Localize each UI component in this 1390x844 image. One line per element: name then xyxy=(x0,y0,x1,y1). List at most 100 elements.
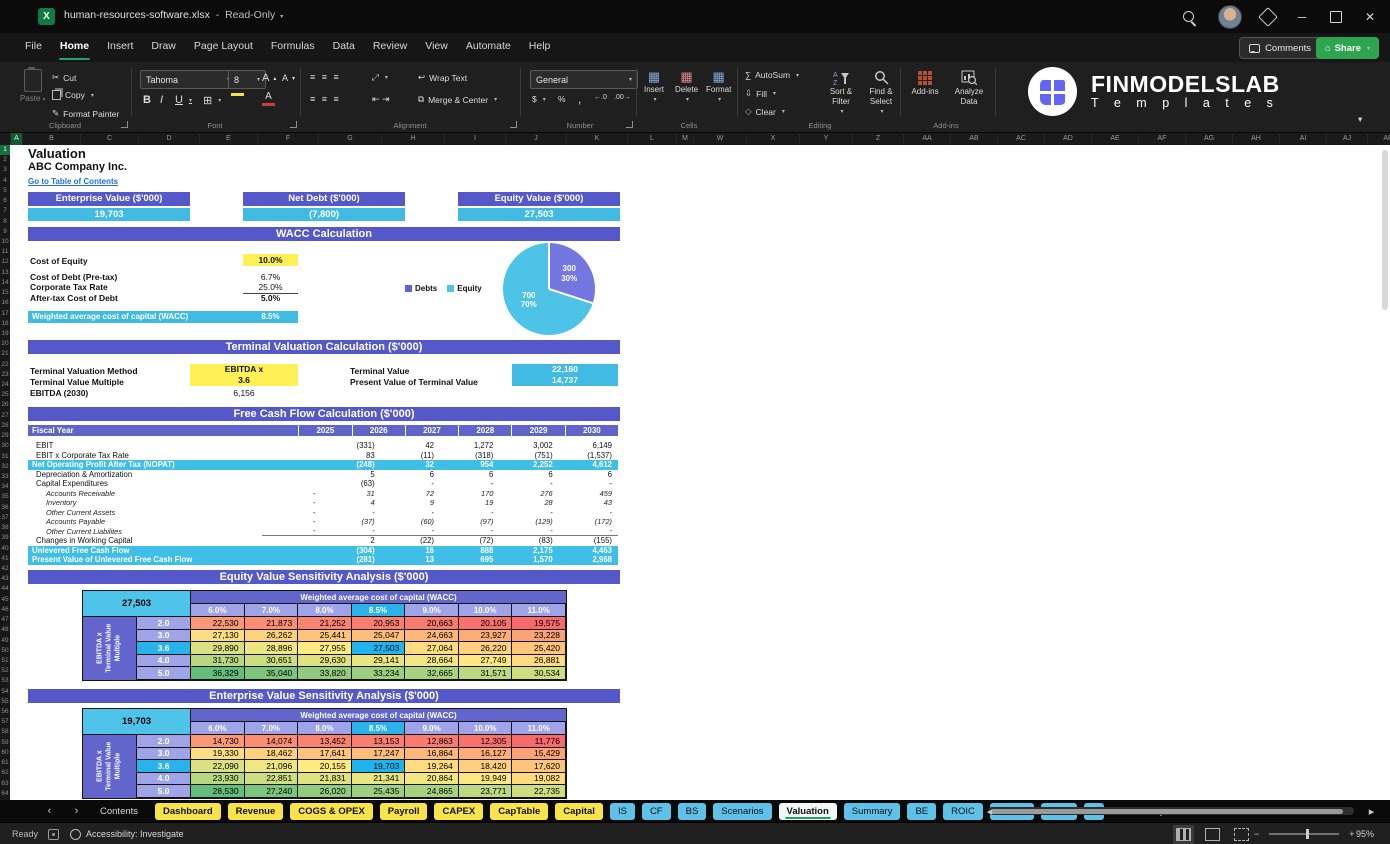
tab-scroll-left[interactable]: ‹ xyxy=(36,805,63,817)
column-header-Z[interactable]: Z xyxy=(853,133,904,145)
column-header-Y[interactable]: Y xyxy=(800,133,853,145)
sens-multiple-5.0[interactable]: 5.0 xyxy=(137,667,191,680)
autosum-button[interactable]: ∑AutoSum▾ xyxy=(745,70,799,80)
fcf-cell[interactable]: 2,252 xyxy=(499,460,558,469)
copy-button[interactable]: Copy▾ xyxy=(52,90,94,100)
sensitivity-cell[interactable]: 28,530 xyxy=(191,785,245,798)
sheet-tab-cf[interactable]: CF xyxy=(642,803,671,820)
sensitivity-cell[interactable]: 16,127 xyxy=(459,748,513,761)
fcf-cell[interactable]: - xyxy=(262,517,321,526)
vertical-align-buttons[interactable]: ≡ ≡ ≡ xyxy=(310,72,341,82)
fcf-year-2027[interactable]: 2027 xyxy=(406,425,458,436)
fcf-cell[interactable]: (1,537) xyxy=(559,451,618,460)
indent-buttons[interactable]: ⇤ ⇥ xyxy=(372,94,390,105)
row-header-15[interactable]: 15 xyxy=(0,288,10,298)
sensitivity-cell[interactable]: 22,090 xyxy=(191,760,245,773)
fcf-cell[interactable]: - xyxy=(262,498,321,507)
row-header-8[interactable]: 8 xyxy=(0,217,10,227)
sensitivity-cell[interactable]: 12,305 xyxy=(459,735,513,748)
fcf-cell[interactable]: (83) xyxy=(499,536,558,545)
sensitivity-cell[interactable]: 20,953 xyxy=(352,617,406,630)
sensitivity-cell[interactable]: 19,703 xyxy=(352,760,406,773)
fcf-cell[interactable]: - xyxy=(262,489,321,498)
sheet-tab-scenarios[interactable]: Scenarios xyxy=(713,803,771,820)
row-header-11[interactable]: 11 xyxy=(0,247,10,257)
shrink-font-button[interactable]: A▾ xyxy=(282,73,295,83)
sens-multiple-2.0[interactable]: 2.0 xyxy=(137,617,191,630)
fcf-cell[interactable]: 31 xyxy=(321,489,380,498)
sens-col-8.5%[interactable]: 8.5% xyxy=(352,604,406,617)
fcf-cell[interactable]: (22) xyxy=(381,536,440,545)
sens-col-8.0%[interactable]: 8.0% xyxy=(298,604,352,617)
fcf-cell[interactable]: 2 xyxy=(321,536,380,545)
sens-multiple-3.6[interactable]: 3.6 xyxy=(137,760,191,773)
sensitivity-cell[interactable]: 26,020 xyxy=(298,785,352,798)
row-header-37[interactable]: 37 xyxy=(0,513,10,523)
after-tax-cost-of-debt-value[interactable]: 5.0% xyxy=(243,293,298,303)
fcf-cell[interactable]: 170 xyxy=(440,489,499,498)
sens-multiple-3.0[interactable]: 3.0 xyxy=(137,748,191,761)
column-header-K[interactable]: K xyxy=(567,133,628,145)
sensitivity-cell[interactable]: 21,252 xyxy=(298,617,352,630)
sensitivity-cell[interactable]: 15,429 xyxy=(512,748,566,761)
row-header-56[interactable]: 56 xyxy=(0,707,10,717)
sensitivity-cell[interactable]: 28,664 xyxy=(405,655,459,668)
row-header-18[interactable]: 18 xyxy=(0,319,10,329)
row-header-51[interactable]: 51 xyxy=(0,656,10,666)
menu-tab-home[interactable]: Home xyxy=(51,33,98,62)
row-header-10[interactable]: 10 xyxy=(0,237,10,247)
number-dialog-launcher[interactable] xyxy=(626,121,633,128)
row-header-36[interactable]: 36 xyxy=(0,503,10,513)
percent-style-button[interactable]: % xyxy=(558,94,566,104)
sensitivity-cell[interactable]: 33,820 xyxy=(298,667,352,680)
fill-button[interactable]: ⇩Fill▾ xyxy=(745,88,776,99)
fcf-cell[interactable]: 13 xyxy=(381,555,440,564)
sheet-tab-revenue[interactable]: Revenue xyxy=(228,803,284,820)
hscroll-right-arrow[interactable]: ▸ xyxy=(1358,805,1385,818)
fcf-cell[interactable]: - xyxy=(559,526,618,536)
alignment-dialog-launcher[interactable] xyxy=(510,121,517,128)
fcf-cell[interactable]: 6 xyxy=(440,470,499,479)
fcf-cell[interactable]: 459 xyxy=(559,489,618,498)
sensitivity-cell[interactable]: 22,530 xyxy=(191,617,245,630)
row-header-17[interactable]: 17 xyxy=(0,309,10,319)
fcf-row[interactable]: Capital Expenditures(63)---- xyxy=(28,479,618,489)
fcf-cell[interactable]: (72) xyxy=(440,536,499,545)
fcf-cell[interactable]: 954 xyxy=(440,460,499,469)
fcf-cell[interactable]: (751) xyxy=(499,451,558,460)
sheet-tab-cogs-opex[interactable]: COGS & OPEX xyxy=(290,803,373,820)
column-header-D[interactable]: D xyxy=(139,133,200,145)
add-ins-button[interactable]: Add-ins xyxy=(908,70,942,96)
borders-button[interactable]: ⊞▾ xyxy=(203,94,221,107)
sheet-tab-bs[interactable]: BS xyxy=(678,803,707,820)
macro-record-icon[interactable] xyxy=(48,823,59,844)
fcf-cell[interactable]: (11) xyxy=(381,451,440,460)
kpi-net-debt[interactable]: (7,800) xyxy=(243,208,405,221)
fcf-cell[interactable]: 3,002 xyxy=(499,441,558,450)
fcf-cell[interactable]: (129) xyxy=(499,517,558,526)
fcf-row[interactable]: Unlevered Free Cash Flow(304)168882,1754… xyxy=(28,546,618,556)
fcf-cell[interactable]: 888 xyxy=(440,546,499,555)
fcf-cell[interactable]: - xyxy=(559,479,618,488)
restore-button[interactable] xyxy=(1320,0,1352,33)
clipboard-dialog-launcher[interactable] xyxy=(121,121,128,128)
wrap-text-button[interactable]: ↩Wrap Text xyxy=(418,72,467,83)
sensitivity-cell[interactable]: 19,330 xyxy=(191,748,245,761)
find-select-button[interactable]: Find & Select▾ xyxy=(862,70,900,115)
row-header-27[interactable]: 27 xyxy=(0,411,10,421)
column-header-G[interactable]: G xyxy=(319,133,382,145)
sensitivity-cell[interactable]: 14,074 xyxy=(245,735,299,748)
sensitivity-cell[interactable]: 12,863 xyxy=(405,735,459,748)
sens-col-7.0%[interactable]: 7.0% xyxy=(245,604,299,617)
column-header-AC[interactable]: AC xyxy=(998,133,1045,145)
wacc-result-value[interactable]: 8.5% xyxy=(243,311,298,323)
sheet-tab-captable[interactable]: CapTable xyxy=(490,803,548,820)
avatar[interactable] xyxy=(1214,0,1246,33)
sheet-tab-summary[interactable]: Summary xyxy=(844,803,901,820)
sens-corner-value[interactable]: 27,503 xyxy=(83,591,191,617)
row-header-60[interactable]: 60 xyxy=(0,748,10,758)
terminal-multiple-input[interactable]: 3.6 xyxy=(190,375,298,386)
orientation-button[interactable]: ⤢▾ xyxy=(372,72,388,83)
fcf-cell[interactable]: - xyxy=(381,479,440,488)
fcf-cell[interactable]: - xyxy=(499,479,558,488)
